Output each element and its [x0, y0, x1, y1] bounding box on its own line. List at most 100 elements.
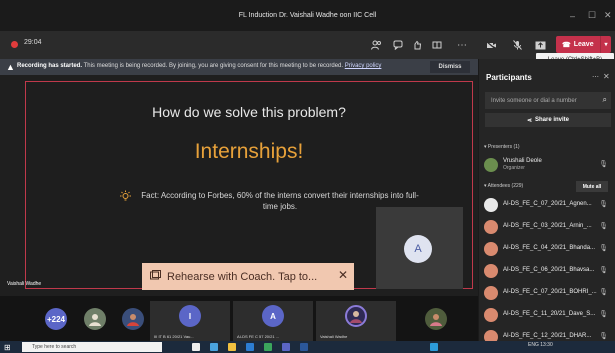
presenter-item[interactable]: Vrushali Deole Organizer 🎙︎: [484, 157, 612, 173]
edge-icon[interactable]: [210, 343, 218, 351]
warning-icon: ▲: [6, 62, 15, 72]
participant-gallery: +224 I III IT B 61 20/21 Vau... A AI-DS …: [0, 296, 478, 341]
slide-heading: Internships!: [194, 140, 304, 163]
mic-off-icon: 🎙︎: [599, 201, 608, 208]
os-taskbar: ⊞ Type here to search ENG 13:30: [0, 341, 615, 353]
attendee-item[interactable]: AI-DS_FE_C_04_20/21_Bhanda... 🎙︎: [484, 241, 612, 257]
participant-tile-label: AI-DS FE C 57 20/21 ...: [237, 334, 280, 339]
attendee-name: AI-DS_FE_C_04_20/21_Bhanda...: [503, 245, 596, 251]
attendee-item[interactable]: AI-DS_FE_C_11_20/21_Dave_S... 🎙︎: [484, 307, 612, 323]
rooms-icon[interactable]: [430, 38, 444, 52]
mute-all-button[interactable]: Mute all: [576, 181, 608, 192]
task-view-icon[interactable]: [192, 343, 200, 351]
avatar: [345, 305, 367, 327]
word-icon[interactable]: [300, 343, 308, 351]
system-tray-clock[interactable]: ENG 13:30: [528, 342, 553, 348]
tray-app-icon[interactable]: [430, 343, 438, 351]
invite-search-input[interactable]: Invite someone or dial a number ⌕: [485, 92, 611, 109]
leave-button[interactable]: ☎ Leave ▾: [556, 36, 611, 53]
share-screen-icon[interactable]: [533, 38, 547, 52]
banner-text: This meeting is being recorded. By joini…: [82, 63, 344, 69]
reactions-icon[interactable]: [410, 38, 424, 52]
attendee-name: AI-DS_FE_C_03_20/21_Arnin_...: [503, 223, 592, 229]
attendee-name: AI-DS_FE_C_07_20/21_Agnen...: [503, 201, 592, 207]
lightbulb-icon: [119, 190, 132, 206]
presenter-role: Organizer: [503, 165, 525, 171]
phone-hangup-icon: ☎: [562, 41, 571, 49]
attendee-item[interactable]: AI-DS_FE_C_03_20/21_Arnin_... 🎙︎: [484, 219, 612, 235]
avatar: [484, 242, 498, 256]
slide-title: How do we solve this problem?: [152, 104, 346, 120]
mic-off-icon: 🎙︎: [599, 161, 608, 168]
more-options-icon[interactable]: ⋯: [592, 73, 599, 81]
avatar[interactable]: [84, 308, 106, 330]
chat-icon[interactable]: [391, 38, 405, 52]
avatar: [484, 158, 498, 172]
participant-tile-label: III IT B 61 20/21 Vau...: [154, 334, 194, 339]
windows-start-icon[interactable]: ⊞: [4, 343, 11, 352]
rehearse-coach-toast[interactable]: Rehearse with Coach. Tap to... ✕: [142, 263, 354, 290]
self-video-tile: A: [376, 207, 463, 289]
taskbar-search-placeholder: Type here to search: [32, 344, 77, 350]
participant-tile-label: Vaishali Wadhe: [320, 334, 348, 339]
avatar: [484, 286, 498, 300]
meeting-toolbar: 29:04 ⋯ ☎ Leave ▾: [0, 31, 615, 59]
search-icon: ⌕: [602, 95, 607, 104]
presenter-name: Vrushali Deole: [503, 158, 542, 164]
avatar: [484, 198, 498, 212]
panel-title: Participants: [486, 73, 532, 82]
mic-off-icon[interactable]: [510, 38, 524, 52]
close-window-button[interactable]: ✕: [604, 0, 612, 31]
chrome-icon[interactable]: [264, 343, 272, 351]
attendee-item[interactable]: AI-DS_FE_C_07_20/21_BOHRI_... 🎙︎: [484, 285, 612, 301]
mic-off-icon: 🎙︎: [599, 267, 608, 274]
teams-icon[interactable]: [282, 343, 290, 351]
leave-options-chevron-icon[interactable]: ▾: [600, 36, 611, 53]
chevron-down-icon: ▾: [484, 144, 487, 150]
share-invite-button[interactable]: ⋖ Share invite: [485, 113, 611, 127]
attendee-name: AI-DS_FE_C_06_20/21_Bhavsa...: [503, 267, 595, 273]
mic-off-icon: 🎙︎: [599, 333, 608, 340]
mic-off-icon: 🎙︎: [599, 289, 608, 296]
chevron-down-icon: ▾: [484, 183, 487, 189]
avatar[interactable]: [425, 308, 447, 330]
more-actions-icon[interactable]: ⋯: [455, 38, 469, 52]
participant-tile[interactable]: I III IT B 61 20/21 Vau...: [150, 301, 230, 341]
window-title: FL Induction Dr. Vaishali Wadhe oon IIC …: [238, 12, 377, 19]
mic-off-icon: 🎙︎: [599, 245, 608, 252]
avatar: [484, 264, 498, 278]
participants-panel: Participants ⋯ ✕ Invite someone or dial …: [478, 59, 615, 344]
mic-off-icon: 🎙︎: [599, 223, 608, 230]
dismiss-button[interactable]: Dismiss: [430, 61, 470, 73]
attendee-item[interactable]: AI-DS_FE_C_07_20/21_Agnen... 🎙︎: [484, 197, 612, 213]
avatar: [484, 220, 498, 234]
file-explorer-icon[interactable]: [228, 343, 236, 351]
meeting-stage: How do we solve this problem? Internship…: [0, 75, 478, 296]
attendee-item[interactable]: AI-DS_FE_C_06_20/21_Bhavsa... 🎙︎: [484, 263, 612, 279]
avatar: A: [404, 235, 432, 263]
close-icon[interactable]: ✕: [338, 268, 348, 282]
participants-icon[interactable]: [369, 38, 383, 52]
banner-bold-text: Recording has started.: [17, 63, 83, 69]
stage-presenter-name: Vaishali Wadhe: [7, 281, 42, 287]
taskbar-search-input[interactable]: Type here to search: [22, 342, 162, 352]
privacy-policy-link[interactable]: Privacy policy: [345, 63, 382, 69]
store-icon[interactable]: [246, 343, 254, 351]
coach-label: Rehearse with Coach. Tap to...: [167, 270, 318, 283]
overflow-participants-badge[interactable]: +224: [45, 308, 67, 330]
attendee-name: AI-DS_FE_C_07_20/21_BOHRI_...: [503, 289, 597, 295]
presenters-section-header[interactable]: ▾ Presenters (1): [484, 144, 520, 150]
mic-off-icon: 🎙︎: [599, 311, 608, 318]
participant-tile[interactable]: Vaishali Wadhe: [316, 301, 396, 341]
maximize-button[interactable]: ☐: [588, 0, 596, 31]
avatar: A: [262, 305, 284, 327]
minimize-button[interactable]: –: [570, 0, 575, 31]
meeting-timer: 29:04: [24, 39, 42, 46]
camera-off-icon[interactable]: [484, 38, 498, 52]
avatar: [484, 308, 498, 322]
avatar[interactable]: [122, 308, 144, 330]
close-icon[interactable]: ✕: [603, 72, 610, 81]
recording-indicator-icon: [11, 41, 18, 48]
participant-tile[interactable]: A AI-DS FE C 57 20/21 ...: [233, 301, 313, 341]
attendees-section-header[interactable]: ▾ Attendees (229): [484, 183, 523, 189]
